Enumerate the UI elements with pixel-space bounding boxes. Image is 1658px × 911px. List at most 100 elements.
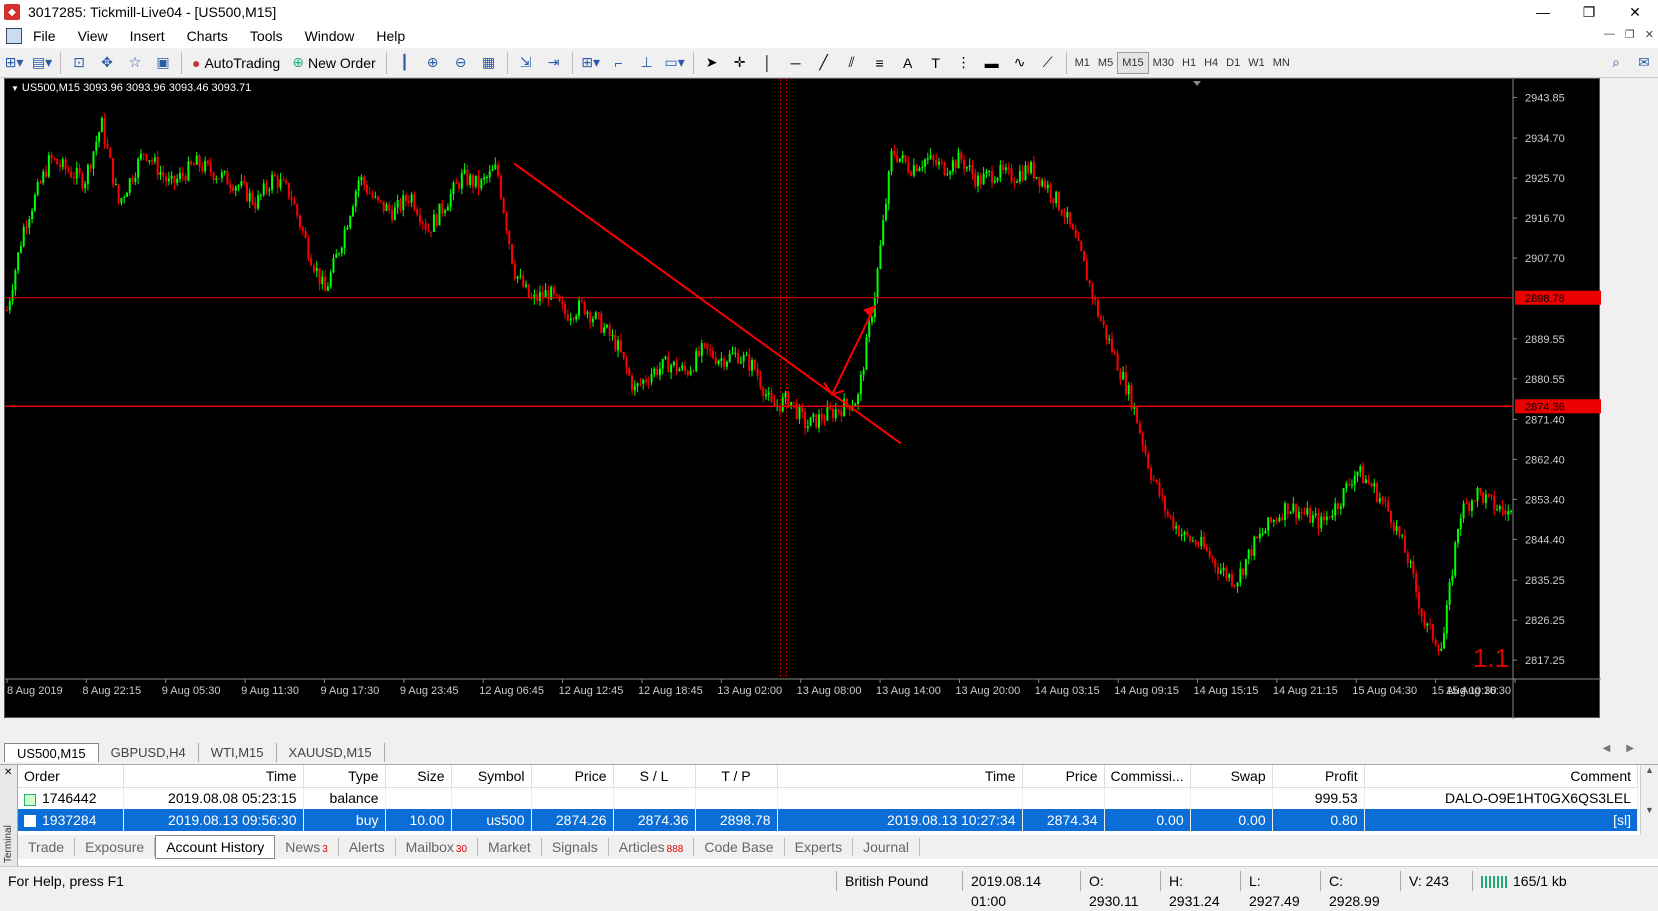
chart-tab-xauusd[interactable]: XAUUSD,M15 (277, 743, 385, 762)
tab-articles[interactable]: Articles 888 (609, 838, 695, 856)
col-symbol[interactable]: Symbol (451, 765, 532, 788)
col-size[interactable]: Size (385, 765, 452, 788)
market-watch-icon[interactable]: ⊡ (67, 51, 91, 75)
col-order[interactable]: Order (18, 765, 124, 788)
col-tp[interactable]: T / P (695, 765, 778, 788)
col-profit[interactable]: Profit (1272, 765, 1365, 788)
menu-help[interactable]: Help (365, 28, 416, 44)
chart-tab-us500[interactable]: US500,M15 (4, 743, 99, 762)
candle-body (360, 176, 363, 181)
templates-icon[interactable]: ⊥ (635, 51, 659, 75)
timeframe-mn[interactable]: MN (1269, 52, 1294, 74)
new-order-button[interactable]: ⊕ New Order (288, 51, 379, 75)
timeframe-h4[interactable]: H4 (1200, 52, 1222, 74)
timeframe-m15[interactable]: M15 (1117, 51, 1149, 74)
candle-body (1186, 531, 1189, 536)
crosshair-icon[interactable]: ✛ (728, 51, 752, 75)
price-chart[interactable]: 2943.85 2934.70 2925.70 2916.70 2907.70 2898.… (4, 78, 1601, 719)
candle-body (1228, 574, 1231, 578)
zoom-in-icon[interactable]: ⊕ (421, 51, 445, 75)
search-icon[interactable]: ⌕ (1604, 51, 1628, 75)
timeframe-m5[interactable]: M5 (1094, 52, 1117, 74)
restore-button[interactable]: ❐ (1566, 0, 1612, 24)
period-icon[interactable]: ⌐ (607, 51, 631, 75)
tab-alerts[interactable]: Alerts (339, 838, 396, 856)
tab-signals[interactable]: Signals (542, 838, 609, 856)
timeframe-m30[interactable]: M30 (1149, 52, 1178, 74)
menu-file[interactable]: File (22, 28, 67, 44)
col-sl[interactable]: S / L (613, 765, 696, 788)
col-type[interactable]: Type (303, 765, 386, 788)
navigator-icon[interactable]: ✥ (95, 51, 119, 75)
profiles-icon[interactable]: ▤▾ (30, 51, 54, 75)
chart-canvas[interactable]: 2943.85 2934.70 2925.70 2916.70 2907.70 2898.… (5, 79, 1601, 719)
autotrading-button[interactable]: ● AutoTrading (188, 51, 284, 75)
indicators-icon[interactable]: ⊞▾ (579, 51, 603, 75)
chart-shift-icon[interactable]: ⇥ (542, 51, 566, 75)
tab-experts[interactable]: Experts (785, 838, 854, 856)
col-price[interactable]: Price (531, 765, 614, 788)
timeframe-d1[interactable]: D1 (1222, 52, 1244, 74)
elliott-icon[interactable]: ∿ (1008, 51, 1032, 75)
terminal-close-icon[interactable]: ✕ (4, 767, 12, 778)
text-icon[interactable]: A (896, 51, 920, 75)
tab-scroll-arrows[interactable]: ◀▶ (1603, 743, 1650, 754)
trendline-icon[interactable]: ╱ (812, 51, 836, 75)
new-chart-icon[interactable]: ⊞▾ (2, 51, 26, 75)
tab-code-base[interactable]: Code Base (694, 838, 785, 856)
rectangle-icon[interactable]: ▬ (980, 51, 1004, 75)
col-close-price[interactable]: Price (1022, 765, 1105, 788)
tab-journal[interactable]: Journal (853, 838, 920, 856)
chart-properties-icon[interactable]: ▭▾ (663, 51, 687, 75)
tab-trade[interactable]: Trade (18, 838, 76, 856)
candle-body (1437, 645, 1440, 651)
menu-insert[interactable]: Insert (119, 28, 176, 44)
col-close-time[interactable]: Time (777, 765, 1023, 788)
tab-market[interactable]: Market (478, 838, 542, 856)
col-swap[interactable]: Swap (1190, 765, 1273, 788)
cursor-icon[interactable]: ➤ (700, 51, 724, 75)
bar-chart-icon[interactable]: ┃ (393, 51, 417, 75)
arrow-icon[interactable]: ⟋ (1036, 51, 1060, 75)
zoom-out-icon[interactable]: ⊖ (449, 51, 473, 75)
menu-charts[interactable]: Charts (176, 28, 239, 44)
tile-windows-icon[interactable]: ▦ (477, 51, 501, 75)
chart-tab-gbpusd[interactable]: GBPUSD,H4 (99, 743, 199, 762)
chart-tab-wti[interactable]: WTI,M15 (199, 743, 277, 762)
horizontal-line-icon[interactable]: ─ (784, 51, 808, 75)
text-label-icon[interactable]: T (924, 51, 948, 75)
menu-window[interactable]: Window (294, 28, 366, 44)
terminal-toggle-icon[interactable]: ▣ (151, 51, 175, 75)
terminal-scrollbar[interactable]: ▲ ▼ (1640, 765, 1658, 845)
close-button[interactable]: ✕ (1612, 0, 1658, 24)
fibonacci-icon[interactable]: ≡ (868, 51, 892, 75)
tab-exposure[interactable]: Exposure (75, 838, 156, 856)
col-comment[interactable]: Comment (1364, 765, 1639, 788)
fibo-fan-icon[interactable]: ⋮ (952, 51, 976, 75)
collapse-triangle-icon[interactable]: ▼ (11, 84, 19, 93)
vertical-line-icon[interactable]: │ (756, 51, 780, 75)
table-row[interactable]: 1746442 2019.08.08 05:23:15 balance 999.… (18, 787, 1639, 809)
chart-window-icon[interactable] (6, 28, 22, 44)
status-connection[interactable]: 165/1 kb (1472, 870, 1575, 891)
col-commission[interactable]: Commissi... (1104, 765, 1191, 788)
autoscroll-icon[interactable]: ⇲ (514, 51, 538, 75)
mdi-minimize-icon[interactable]: — (1604, 28, 1615, 41)
table-row[interactable]: 1937284 2019.08.13 09:56:30 buy 10.00 us… (18, 809, 1639, 831)
tab-mailbox[interactable]: Mailbox 30 (396, 838, 479, 856)
tab-account-history[interactable]: Account History (155, 835, 276, 859)
mdi-close-icon[interactable]: ✕ (1645, 28, 1654, 41)
equidistant-channel-icon[interactable]: ⫽ (840, 51, 864, 75)
data-window-icon[interactable]: ☆ (123, 51, 147, 75)
col-time[interactable]: Time (123, 765, 304, 788)
timeframe-m1[interactable]: M1 (1071, 52, 1094, 74)
tab-news[interactable]: News 3 (275, 838, 339, 856)
timeframe-w1[interactable]: W1 (1244, 52, 1269, 74)
menu-view[interactable]: View (67, 28, 119, 44)
mdi-restore-icon[interactable]: ❐ (1625, 28, 1635, 41)
minimize-button[interactable]: — (1520, 0, 1566, 24)
status-profile[interactable]: British Pound (836, 870, 962, 891)
timeframe-h1[interactable]: H1 (1178, 52, 1200, 74)
chat-icon[interactable]: ✉ (1632, 51, 1656, 75)
menu-tools[interactable]: Tools (239, 28, 294, 44)
